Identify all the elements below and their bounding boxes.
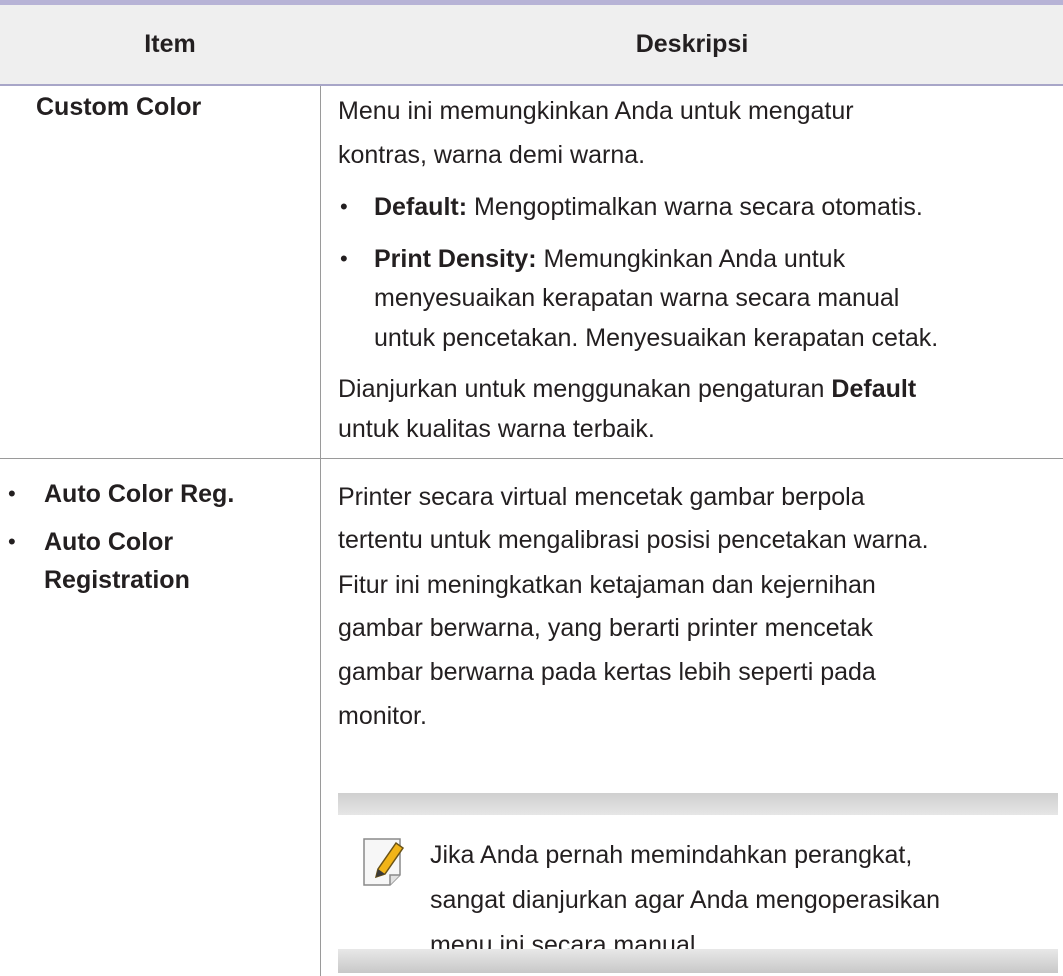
note-pencil-icon (356, 833, 412, 891)
bullet-glyph: • (8, 529, 16, 554)
note-bar-top (338, 793, 1058, 815)
description-line: monitor. (338, 702, 427, 730)
bullet-glyph: • (340, 246, 348, 271)
description-line: Menu ini memungkinkan Anda untuk mengatu… (338, 97, 854, 125)
footer-bold: Default (831, 375, 917, 403)
note-text: Jika Anda pernah memindahkan perangkat, … (430, 833, 1060, 968)
header-item: Item (144, 30, 196, 58)
description-footer-line: untuk kualitas warna terbaik. (338, 415, 655, 443)
footer-text: Dianjurkan untuk menggunakan pengaturan (338, 375, 825, 403)
note-bar-bottom (338, 949, 1058, 973)
description-line: kontras, warna demi warna. (338, 141, 646, 169)
table-header: Item Deskripsi (0, 5, 1063, 86)
bullet-glyph: • (340, 194, 348, 219)
description-footer: Dianjurkan untuk menggunakan pengaturan … (338, 370, 916, 408)
bullet-glyph: • (8, 481, 16, 506)
bullet-text-continued: untuk pencetakan. Menyesuaikan kerapatan… (374, 324, 939, 352)
item-auto-color-registration-cont: Registration (44, 566, 190, 594)
note-box: Jika Anda pernah memindahkan perangkat, … (338, 793, 1058, 973)
note-line: sangat dianjurkan agar Anda mengoperasik… (430, 886, 941, 914)
column-divider (320, 86, 321, 976)
description-line: Printer secara virtual mencetak gambar b… (338, 483, 865, 511)
bullet-text: Default: Mengoptimalkan warna secara oto… (374, 188, 923, 226)
option-default-label: Default: (374, 193, 468, 221)
item-auto-color-registration: Auto Color (44, 528, 174, 556)
description-line: gambar berwarna pada kertas lebih sepert… (338, 658, 876, 686)
description-line: tertentu untuk mengalibrasi posisi pence… (338, 526, 929, 554)
option-print-density-text: Memungkinkan Anda untuk (543, 245, 846, 273)
note-line: Jika Anda pernah memindahkan perangkat, (430, 841, 913, 869)
bullet-text: Print Density: Memungkinkan Anda untuk (374, 240, 845, 278)
option-print-density-label: Print Density: (374, 245, 537, 273)
row-divider (0, 458, 1063, 459)
header-description: Deskripsi (635, 30, 749, 58)
item-auto-color-reg: Auto Color Reg. (44, 480, 235, 508)
menu-table: Item Deskripsi Custom Color Menu ini mem… (0, 0, 1063, 976)
bullet-text-continued: menyesuaikan kerapatan warna secara manu… (374, 284, 900, 312)
item-custom-color: Custom Color (36, 93, 202, 121)
option-default-text: Mengoptimalkan warna secara otomatis. (474, 193, 923, 221)
description-line: Fitur ini meningkatkan ketajaman dan kej… (338, 571, 876, 599)
description-line: gambar berwarna, yang berarti printer me… (338, 614, 873, 642)
